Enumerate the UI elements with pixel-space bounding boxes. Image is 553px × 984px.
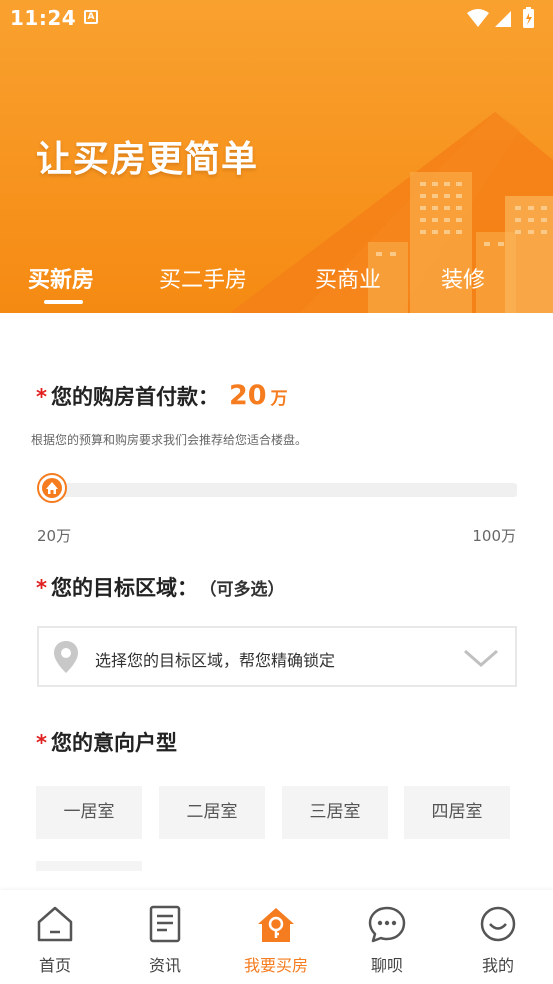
tab-new-house[interactable]: 买新房 — [28, 262, 94, 294]
down-payment-value: 20 — [228, 380, 267, 411]
wifi-icon — [467, 9, 489, 27]
recommendation-hint: 根据您的预算和购房要求我们会推荐给您适合楼盘。 — [31, 433, 308, 447]
target-area-dropdown[interactable]: 选择您的目标区域，帮您精确锁定 — [37, 626, 517, 687]
house-key-icon — [258, 908, 294, 942]
hero-banner: 11:24 A 让买房更简单 买新房 买二手房 买商业 装修 — [0, 0, 553, 313]
target-area-label: 您的目标区域： — [50, 576, 198, 600]
down-payment-unit: 万 — [270, 389, 288, 409]
required-mark: * — [36, 576, 47, 600]
status-time: 11:24 — [10, 6, 77, 30]
slider-min-label: 20万 — [37, 527, 72, 545]
tab-commercial[interactable]: 买商业 — [315, 262, 381, 294]
nav-home[interactable]: 首页 — [0, 890, 110, 984]
smile-icon — [480, 906, 516, 942]
chat-icon — [368, 906, 406, 943]
down-payment-slider-track[interactable] — [38, 483, 517, 497]
status-bar: 11:24 A — [0, 0, 553, 36]
room-option-1[interactable]: 一居室 — [36, 786, 142, 839]
category-tabs: 买新房 买二手房 买商业 装修 — [0, 262, 553, 312]
chevron-down-icon — [464, 649, 498, 667]
room-type-label: 您的意向户型 — [50, 731, 177, 755]
nav-me-label: 我的 — [481, 956, 514, 975]
room-option-5-partial[interactable] — [36, 861, 142, 871]
down-payment-label: 您的购房首付款： — [50, 385, 219, 409]
page-title: 让买房更简单 — [36, 139, 259, 180]
room-option-3[interactable]: 三居室 — [282, 786, 388, 839]
room-option-2[interactable]: 二居室 — [159, 786, 265, 839]
required-mark: * — [36, 385, 47, 409]
nav-buy-house-label: 我要买房 — [243, 956, 308, 975]
nav-home-label: 首页 — [38, 956, 71, 975]
target-area-heading: * 您的目标区域： （可多选） — [36, 572, 284, 602]
room-type-heading: * 您的意向户型 — [36, 727, 177, 757]
status-icons — [467, 7, 534, 28]
down-payment-heading: * 您的购房首付款： 20 万 — [36, 380, 288, 411]
slider-thumb-house-icon[interactable] — [36, 472, 68, 504]
signal-icon — [495, 11, 511, 27]
multi-select-note: （可多选） — [207, 580, 285, 600]
notification-icon: A — [84, 10, 98, 24]
tab-decoration[interactable]: 装修 — [441, 262, 485, 294]
nav-news-label: 资讯 — [148, 956, 181, 975]
nav-buy-house[interactable]: 我要买房 — [221, 890, 331, 984]
required-mark: * — [36, 731, 47, 755]
tab-second-hand-house[interactable]: 买二手房 — [159, 262, 247, 294]
nav-chat[interactable]: 聊呗 — [332, 890, 442, 984]
room-option-4[interactable]: 四居室 — [404, 786, 510, 839]
location-pin-icon — [54, 641, 78, 673]
bottom-navigation: 首页 资讯 我要买房 聊呗 我的 — [0, 890, 553, 984]
slider-max-label: 100万 — [472, 527, 516, 545]
nav-me[interactable]: 我的 — [443, 890, 553, 984]
nav-news[interactable]: 资讯 — [110, 890, 220, 984]
news-icon — [149, 905, 181, 943]
nav-chat-label: 聊呗 — [370, 956, 403, 975]
active-tab-indicator — [44, 300, 83, 304]
home-icon — [37, 906, 73, 942]
target-area-placeholder: 选择您的目标区域，帮您精确锁定 — [95, 651, 336, 670]
